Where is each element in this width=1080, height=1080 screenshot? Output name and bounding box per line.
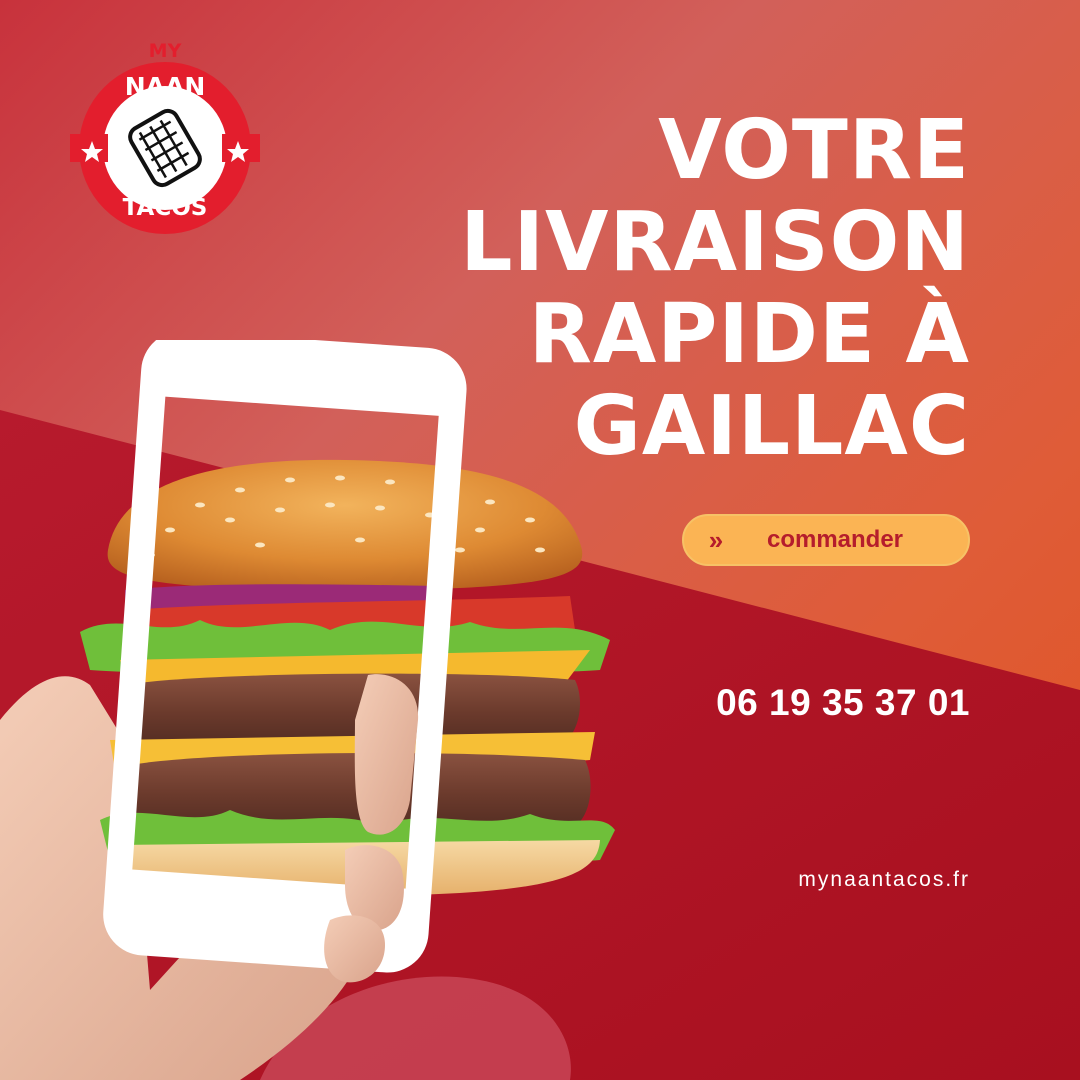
headline-line-1: VOTRE (658, 103, 970, 198)
headline-line-2: LIVRAISON (460, 195, 970, 290)
phone-number[interactable]: 06 19 35 37 01 (560, 682, 970, 724)
logo-text-my: MY (148, 40, 182, 62)
headline-line-3: RAPIDE À (528, 287, 970, 382)
double-chevron-right-icon: » (708, 525, 724, 555)
logo-text-naan: NAAN (124, 72, 206, 101)
headline-line-4: GAILLAC (573, 379, 970, 474)
logo-text-tacos: TACOS (122, 195, 208, 221)
headline: VOTRE LIVRAISON RAPIDE À GAILLAC (440, 105, 970, 473)
order-button[interactable]: » commander (682, 514, 970, 566)
burger-icon (80, 459, 615, 896)
promo-canvas: MY NAAN TACOS VOTRE LIVRAISON RAPIDE À G… (0, 0, 1080, 1080)
order-button-label: commander (766, 526, 904, 553)
website-link[interactable]: mynaantacos.fr (660, 868, 970, 892)
